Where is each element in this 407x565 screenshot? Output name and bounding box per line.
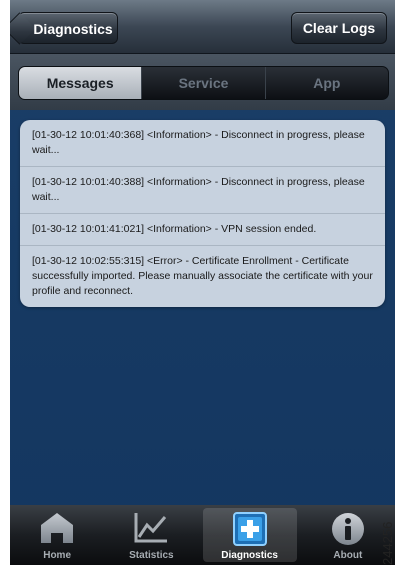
segment-messages[interactable]: Messages bbox=[19, 67, 142, 99]
home-icon bbox=[41, 513, 74, 543]
statistics-icon bbox=[134, 513, 168, 543]
diagnostics-icon bbox=[232, 512, 267, 546]
tab-home-label: Home bbox=[43, 550, 72, 561]
log-entry: [01-30-12 10:01:41:021] <Information> - … bbox=[20, 213, 385, 245]
navigation-bar: Diagnostics Clear Logs bbox=[10, 0, 395, 54]
tab-statistics[interactable]: Statistics bbox=[104, 505, 198, 565]
tab-statistics-label: Statistics bbox=[129, 550, 174, 561]
back-button-label: Diagnostics bbox=[33, 21, 113, 37]
clear-logs-button[interactable]: Clear Logs bbox=[291, 12, 387, 44]
back-button[interactable]: Diagnostics bbox=[10, 12, 118, 45]
segmented-control: Messages Service App bbox=[18, 66, 389, 100]
log-entry: [01-30-12 10:01:40:388] <Information> - … bbox=[20, 166, 385, 213]
figure-number: 244256 bbox=[380, 521, 395, 565]
tab-diagnostics-label: Diagnostics bbox=[221, 550, 278, 561]
tab-bar: Home Statistics Diagnostics About bbox=[10, 505, 395, 565]
log-entry: [01-30-12 10:02:55:315] <Error> - Certif… bbox=[20, 245, 385, 307]
log-list: [01-30-12 10:01:40:368] <Information> - … bbox=[20, 120, 385, 307]
tab-diagnostics[interactable]: Diagnostics bbox=[202, 508, 297, 562]
segment-service[interactable]: Service bbox=[141, 67, 265, 99]
info-icon bbox=[331, 513, 364, 545]
segment-app[interactable]: App bbox=[264, 67, 388, 99]
log-entry: [01-30-12 10:01:40:368] <Information> - … bbox=[32, 129, 365, 156]
back-arrow-icon bbox=[10, 12, 36, 45]
tab-home[interactable]: Home bbox=[10, 505, 104, 565]
phone-screen: Diagnostics Clear Logs Messages Service … bbox=[10, 0, 395, 565]
segment-bar: Messages Service App bbox=[10, 54, 395, 110]
